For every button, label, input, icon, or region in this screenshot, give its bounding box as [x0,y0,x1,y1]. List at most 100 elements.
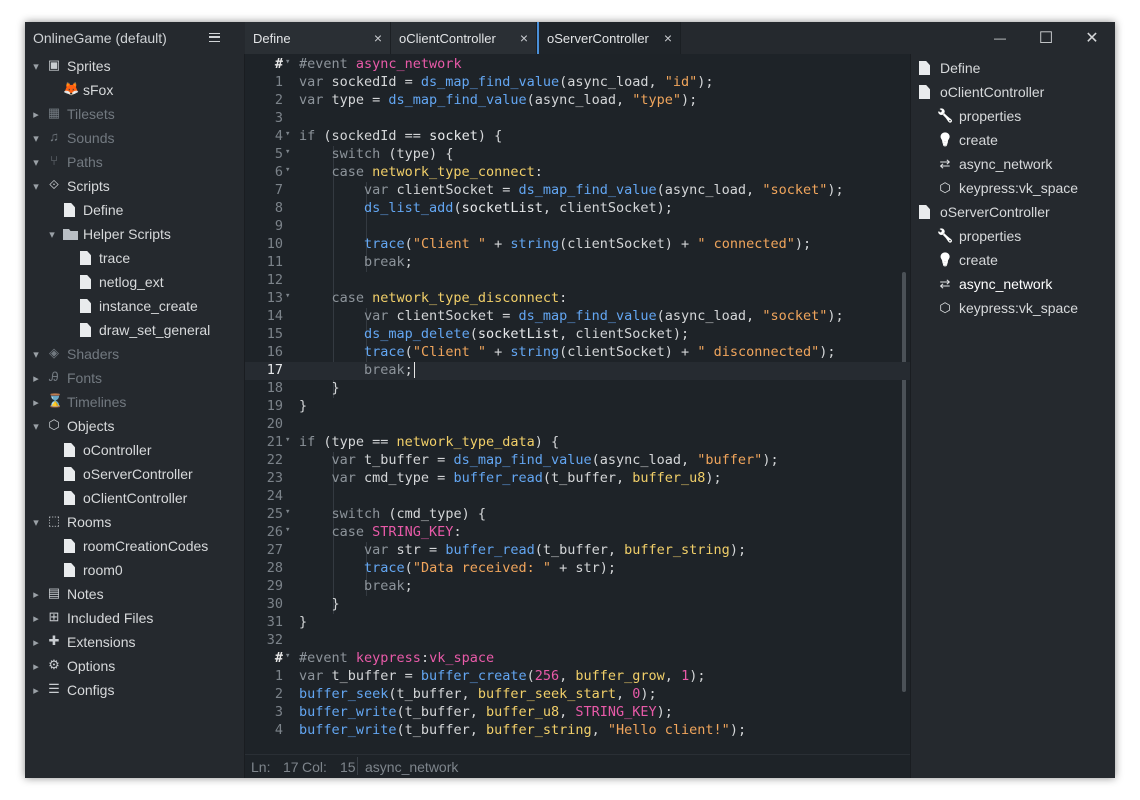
code-line[interactable]: 9 [245,218,910,236]
outline-item-keypress-vk-space[interactable]: ⬡ keypress:vk_space [937,176,1078,200]
maximize-button[interactable]: ☐ [1023,22,1069,54]
outline-item-properties[interactable]: 🔧 properties [937,104,1021,128]
tab-define[interactable]: Define × [245,22,391,54]
chevron-down-icon[interactable]: ▾ [31,342,41,366]
tree-item-shaders[interactable]: ▾ ◈ Shaders [25,342,244,366]
outline-item-create[interactable]: 💡 create [937,128,998,152]
code-line[interactable]: 31} [245,614,910,632]
chevron-right-icon[interactable]: ▸ [31,102,41,126]
fold-toggle-icon[interactable]: ▾ [285,165,290,175]
code-line[interactable]: 1 var t_buffer = buffer_create(256, buffe… [245,668,910,686]
tree-item-room0[interactable]: room0 [25,558,244,582]
chevron-right-icon[interactable]: ▸ [31,582,41,606]
tree-item-sprites[interactable]: ▾ ▣ Sprites [25,54,244,78]
tree-item-helper-scripts[interactable]: ▾ Helper Scripts [25,222,244,246]
code-line[interactable]: 3 [245,110,910,128]
fold-toggle-icon[interactable]: ▾ [285,147,290,157]
close-icon[interactable]: × [520,30,528,46]
tree-item-included-files[interactable]: ▸ ⊞ Included Files [25,606,244,630]
code-line[interactable]: 13 ▾ case network_type_disconnect: [245,290,910,308]
tree-item-paths[interactable]: ▾ ⑂ Paths [25,150,244,174]
code-line[interactable]: 14 var clientSocket = ds_map_find_value(… [245,308,910,326]
tab-oservercontroller[interactable]: oServerController × [537,22,681,54]
code-line[interactable]: 27 var str = buffer_read(t_buffer, buffe… [245,542,910,560]
tree-item-draw-set-general[interactable]: draw_set_general [25,318,244,342]
chevron-right-icon[interactable]: ▸ [31,606,41,630]
fold-toggle-icon[interactable]: ▾ [285,525,290,535]
tree-item-netlog-ext[interactable]: netlog_ext [25,270,244,294]
chevron-down-icon[interactable]: ▾ [31,150,41,174]
code-line[interactable]: 7 var clientSocket = ds_map_find_value(a… [245,182,910,200]
chevron-down-icon[interactable]: ▾ [47,222,57,246]
outline-item-create[interactable]: 💡 create [937,248,998,272]
code-line[interactable]: 6 ▾ case network_type_connect: [245,164,910,182]
chevron-right-icon[interactable]: ▸ [31,630,41,654]
fold-toggle-icon[interactable]: ▾ [285,291,290,301]
code-line[interactable]: 2 buffer_seek(t_buffer, buffer_seek_start… [245,686,910,704]
event-header-line[interactable]: # ▾ #event keypress:vk_space [245,650,910,668]
tree-item-fonts[interactable]: ▸ Ꭿ Fonts [25,366,244,390]
code-line[interactable]: 4 ▾ if (sockedId == socket) { [245,128,910,146]
tree-item-objects[interactable]: ▾ ⬡ Objects [25,414,244,438]
code-line[interactable]: 10 trace("Client " + string(clientSocket… [245,236,910,254]
outline-item-define[interactable]: Define [919,56,980,80]
tree-item-extensions[interactable]: ▸ ✚ Extensions [25,630,244,654]
chevron-right-icon[interactable]: ▸ [31,678,41,702]
tree-item-scripts[interactable]: ▾ ⟐ Scripts [25,174,244,198]
code-line[interactable]: 16 trace("Client " + string(clientSocket… [245,344,910,362]
code-line[interactable]: 1 var sockedId = ds_map_find_value(async_… [245,74,910,92]
code-line[interactable]: 26 ▾ case STRING_KEY: [245,524,910,542]
outline-item-keypress-vk-space[interactable]: ⬡ keypress:vk_space [937,296,1078,320]
tree-item-timelines[interactable]: ▸ ⌛ Timelines [25,390,244,414]
code-line[interactable]: 11 break; [245,254,910,272]
tree-item-instance-create[interactable]: instance_create [25,294,244,318]
outline-item-async-network[interactable]: ⇄ async_network [937,272,1053,296]
code-line[interactable]: 17 break; [245,362,910,380]
code-line[interactable]: 5 ▾ switch (type) { [245,146,910,164]
fold-toggle-icon[interactable]: ▾ [285,129,290,139]
chevron-down-icon[interactable]: ▾ [31,510,41,534]
code-line[interactable]: 25 ▾ switch (cmd_type) { [245,506,910,524]
chevron-right-icon[interactable]: ▸ [31,366,41,390]
tab-oclientcontroller[interactable]: oClientController × [391,22,537,54]
outline-item-oservercontroller[interactable]: oServerController [919,200,1050,224]
chevron-right-icon[interactable]: ▸ [31,390,41,414]
tree-item-sounds[interactable]: ▾ ♫ Sounds [25,126,244,150]
tree-item-sfox[interactable]: 🦊 sFox [25,78,244,102]
code-line[interactable]: 12 [245,272,910,290]
code-editor[interactable]: # ▾ #event async_network 1 var sockedId = ds… [245,54,910,754]
code-line[interactable]: 3 buffer_write(t_buffer, buffer_u8, STRIN… [245,704,910,722]
code-line[interactable]: 18 } [245,380,910,398]
code-line[interactable]: 21 ▾ if (type == network_type_data) { [245,434,910,452]
code-line[interactable]: 32 [245,632,910,650]
code-line[interactable]: 22 var t_buffer = ds_map_find_value(asyn… [245,452,910,470]
tree-item-rooms[interactable]: ▾ ⬚ Rooms [25,510,244,534]
tree-item-oservercontroller[interactable]: oServerController [25,462,244,486]
code-line[interactable]: 29 break; [245,578,910,596]
tree-item-configs[interactable]: ▸ ☰ Configs [25,678,244,702]
event-header-line[interactable]: # ▾ #event async_network [245,56,910,74]
tree-item-roomcreationcodes[interactable]: roomCreationCodes [25,534,244,558]
code-line[interactable]: 8 ds_list_add(socketList, clientSocket); [245,200,910,218]
code-line[interactable]: 28 trace("Data received: " + str); [245,560,910,578]
outline-item-async-network[interactable]: ⇄ async_network [937,152,1053,176]
chevron-down-icon[interactable]: ▾ [31,126,41,150]
tree-item-trace[interactable]: trace [25,246,244,270]
outline-item-properties[interactable]: 🔧 properties [937,224,1021,248]
chevron-down-icon[interactable]: ▾ [31,174,41,198]
tree-item-define[interactable]: Define [25,198,244,222]
fold-toggle-icon[interactable]: ▾ [285,435,290,445]
code-line[interactable]: 30 } [245,596,910,614]
fold-toggle-icon[interactable]: ▾ [285,57,290,67]
menu-icon[interactable] [209,33,220,42]
tree-item-tilesets[interactable]: ▸ ▦ Tilesets [25,102,244,126]
code-line[interactable]: 15 ds_map_delete(socketList, clientSocke… [245,326,910,344]
minimize-button[interactable]: — [977,22,1023,54]
close-icon[interactable]: × [374,30,382,46]
outline-item-oclientcontroller[interactable]: oClientController [919,80,1044,104]
chevron-down-icon[interactable]: ▾ [31,414,41,438]
chevron-down-icon[interactable]: ▾ [31,54,41,78]
code-line[interactable]: 24 [245,488,910,506]
tree-item-ocontroller[interactable]: oController [25,438,244,462]
tree-item-notes[interactable]: ▸ ▤ Notes [25,582,244,606]
